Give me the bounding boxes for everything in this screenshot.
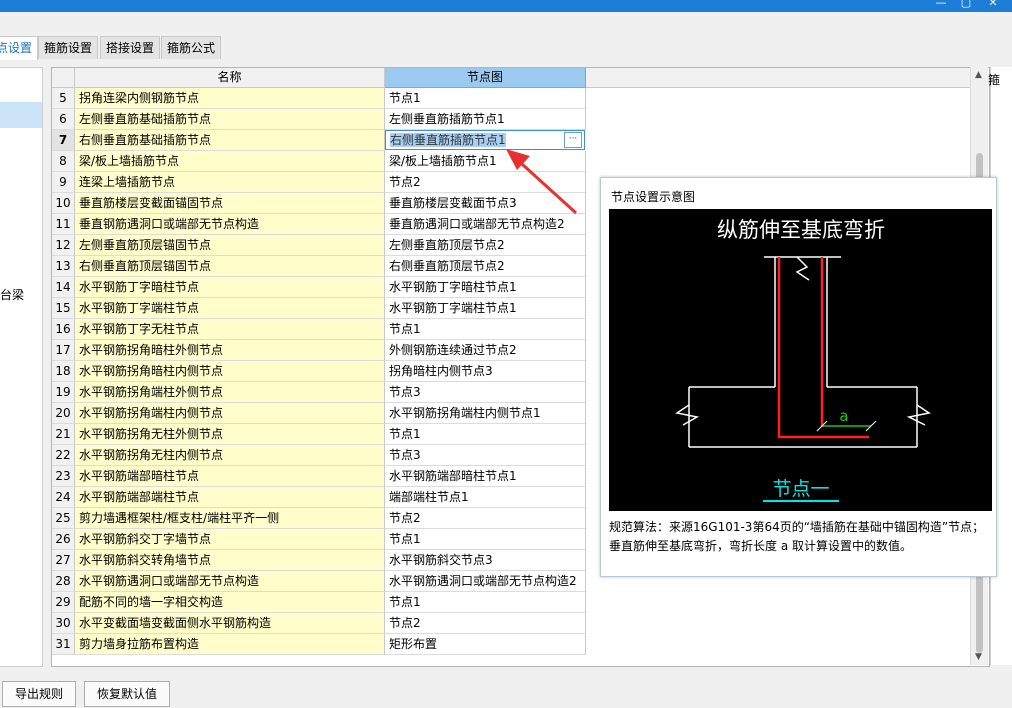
restore-defaults-button[interactable]: 恢复默认值	[84, 681, 171, 707]
preview-title: 节点设置示意图	[611, 190, 696, 204]
break-symbol-icon	[795, 256, 810, 281]
node-preview-panel: 节点设置示意图 纵筋伸至基底弯折 a 节点一 规范算法：来源16G101-3第6…	[600, 177, 997, 577]
right-break-icon	[906, 404, 931, 426]
dimension-label-a: a	[839, 407, 848, 425]
node-diagram: 纵筋伸至基底弯折 a 节点一	[609, 209, 992, 511]
export-rules-button[interactable]: 导出规则	[2, 681, 77, 707]
rule-description: 规范算法：来源16G101-3第64页的“墙插筋在基础中锚固构造”节点；垂直筋伸…	[609, 520, 985, 553]
diagram-title: 纵筋伸至基底弯折	[717, 218, 885, 242]
node-diagram-drawing: 纵筋伸至基底弯折 a 节点一	[675, 218, 931, 502]
left-break-icon	[675, 404, 700, 426]
diagram-caption: 节点一	[772, 478, 829, 500]
left-rebar	[777, 257, 869, 439]
